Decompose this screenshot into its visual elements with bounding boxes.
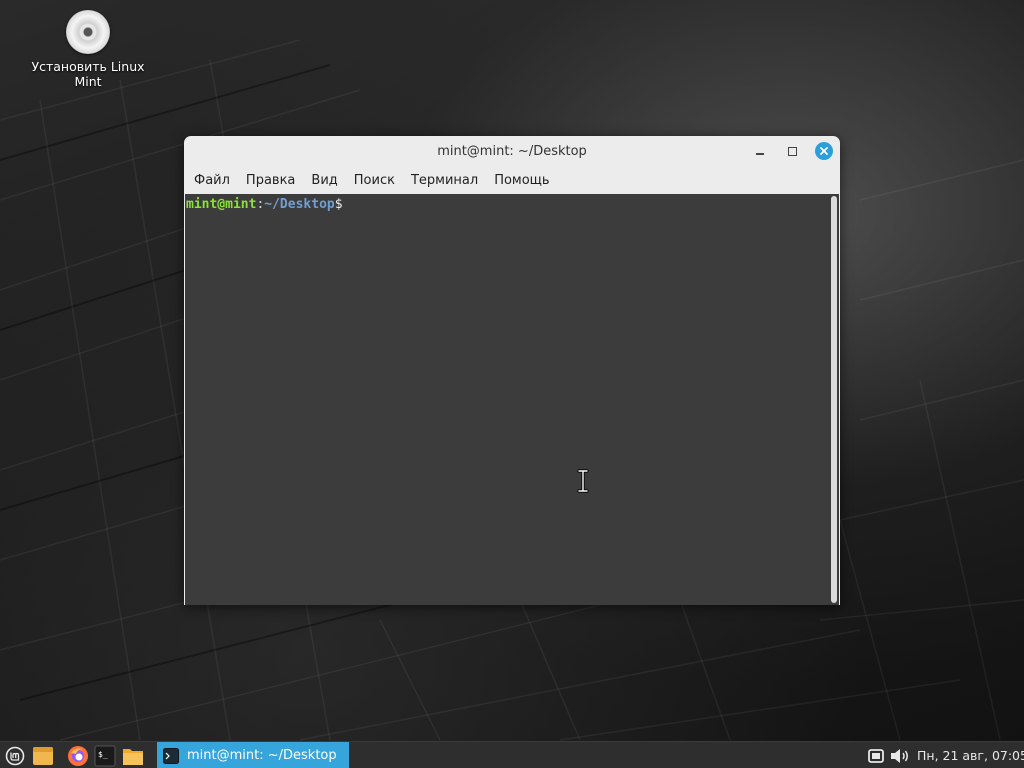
svg-text:$_: $_ — [98, 750, 108, 759]
terminal-launcher[interactable]: $_ — [93, 744, 117, 768]
maximize-button[interactable] — [783, 142, 801, 160]
prompt-path: ~/Desktop — [264, 197, 335, 212]
desktop: Установить Linux Mint mint@mint: ~/Deskt… — [0, 0, 1024, 768]
terminal-icon: $_ — [94, 745, 116, 767]
menu-bar: Файл Правка Вид Поиск Терминал Помощь — [184, 168, 840, 192]
menu-search[interactable]: Поиск — [346, 171, 403, 190]
task-button-terminal[interactable]: mint@mint: ~/Desktop — [157, 742, 349, 768]
taskbar: $_ mint@mint: ~/Desktop Пн, 21 авг, 07:0… — [0, 741, 1024, 768]
prompt-symbol: $ — [334, 197, 343, 212]
folder-icon — [123, 749, 143, 765]
menu-edit[interactable]: Правка — [238, 171, 303, 190]
scrollbar[interactable] — [831, 196, 837, 603]
menu-file[interactable]: Файл — [186, 171, 238, 190]
prompt-line: mint@mint:~/Desktop$ — [186, 196, 343, 213]
title-bar[interactable]: mint@mint: ~/Desktop — [184, 136, 840, 166]
disc-icon — [66, 10, 110, 54]
terminal-window[interactable]: mint@mint: ~/Desktop Файл Правка Вид Пои… — [184, 136, 840, 605]
firefox-icon — [68, 746, 88, 766]
menu-terminal[interactable]: Терминал — [403, 171, 486, 190]
volume-tray-button[interactable] — [888, 744, 912, 768]
folder-launcher[interactable] — [121, 744, 145, 768]
task-button-label: mint@mint: ~/Desktop — [187, 748, 337, 763]
network-tray-button[interactable] — [864, 744, 888, 768]
prompt-user: mint@mint — [186, 197, 257, 212]
close-icon — [815, 142, 833, 160]
files-launcher[interactable] — [31, 744, 55, 768]
network-icon — [868, 749, 884, 763]
menu-view[interactable]: Вид — [303, 171, 345, 190]
desktop-icon-label: Установить Linux Mint — [31, 59, 145, 89]
menu-help[interactable]: Помощь — [486, 171, 557, 190]
window-title: mint@mint: ~/Desktop — [437, 143, 587, 159]
firefox-launcher[interactable] — [66, 744, 90, 768]
files-icon — [33, 747, 53, 765]
terminal-icon — [163, 747, 179, 764]
minimize-button[interactable] — [751, 142, 769, 160]
text-cursor-icon — [577, 469, 589, 493]
minimize-icon — [756, 153, 764, 155]
clock[interactable]: Пн, 21 авг, 07:05 — [917, 742, 1024, 768]
terminal-output[interactable]: mint@mint:~/Desktop$ — [185, 194, 839, 605]
volume-icon — [891, 749, 908, 763]
linux-mint-menu-button[interactable] — [3, 744, 27, 768]
close-button[interactable] — [815, 142, 833, 160]
desktop-icon-install-linux-mint[interactable]: Установить Linux Mint — [28, 10, 148, 89]
maximize-icon — [787, 146, 797, 156]
linux-mint-menu-icon — [5, 746, 25, 766]
